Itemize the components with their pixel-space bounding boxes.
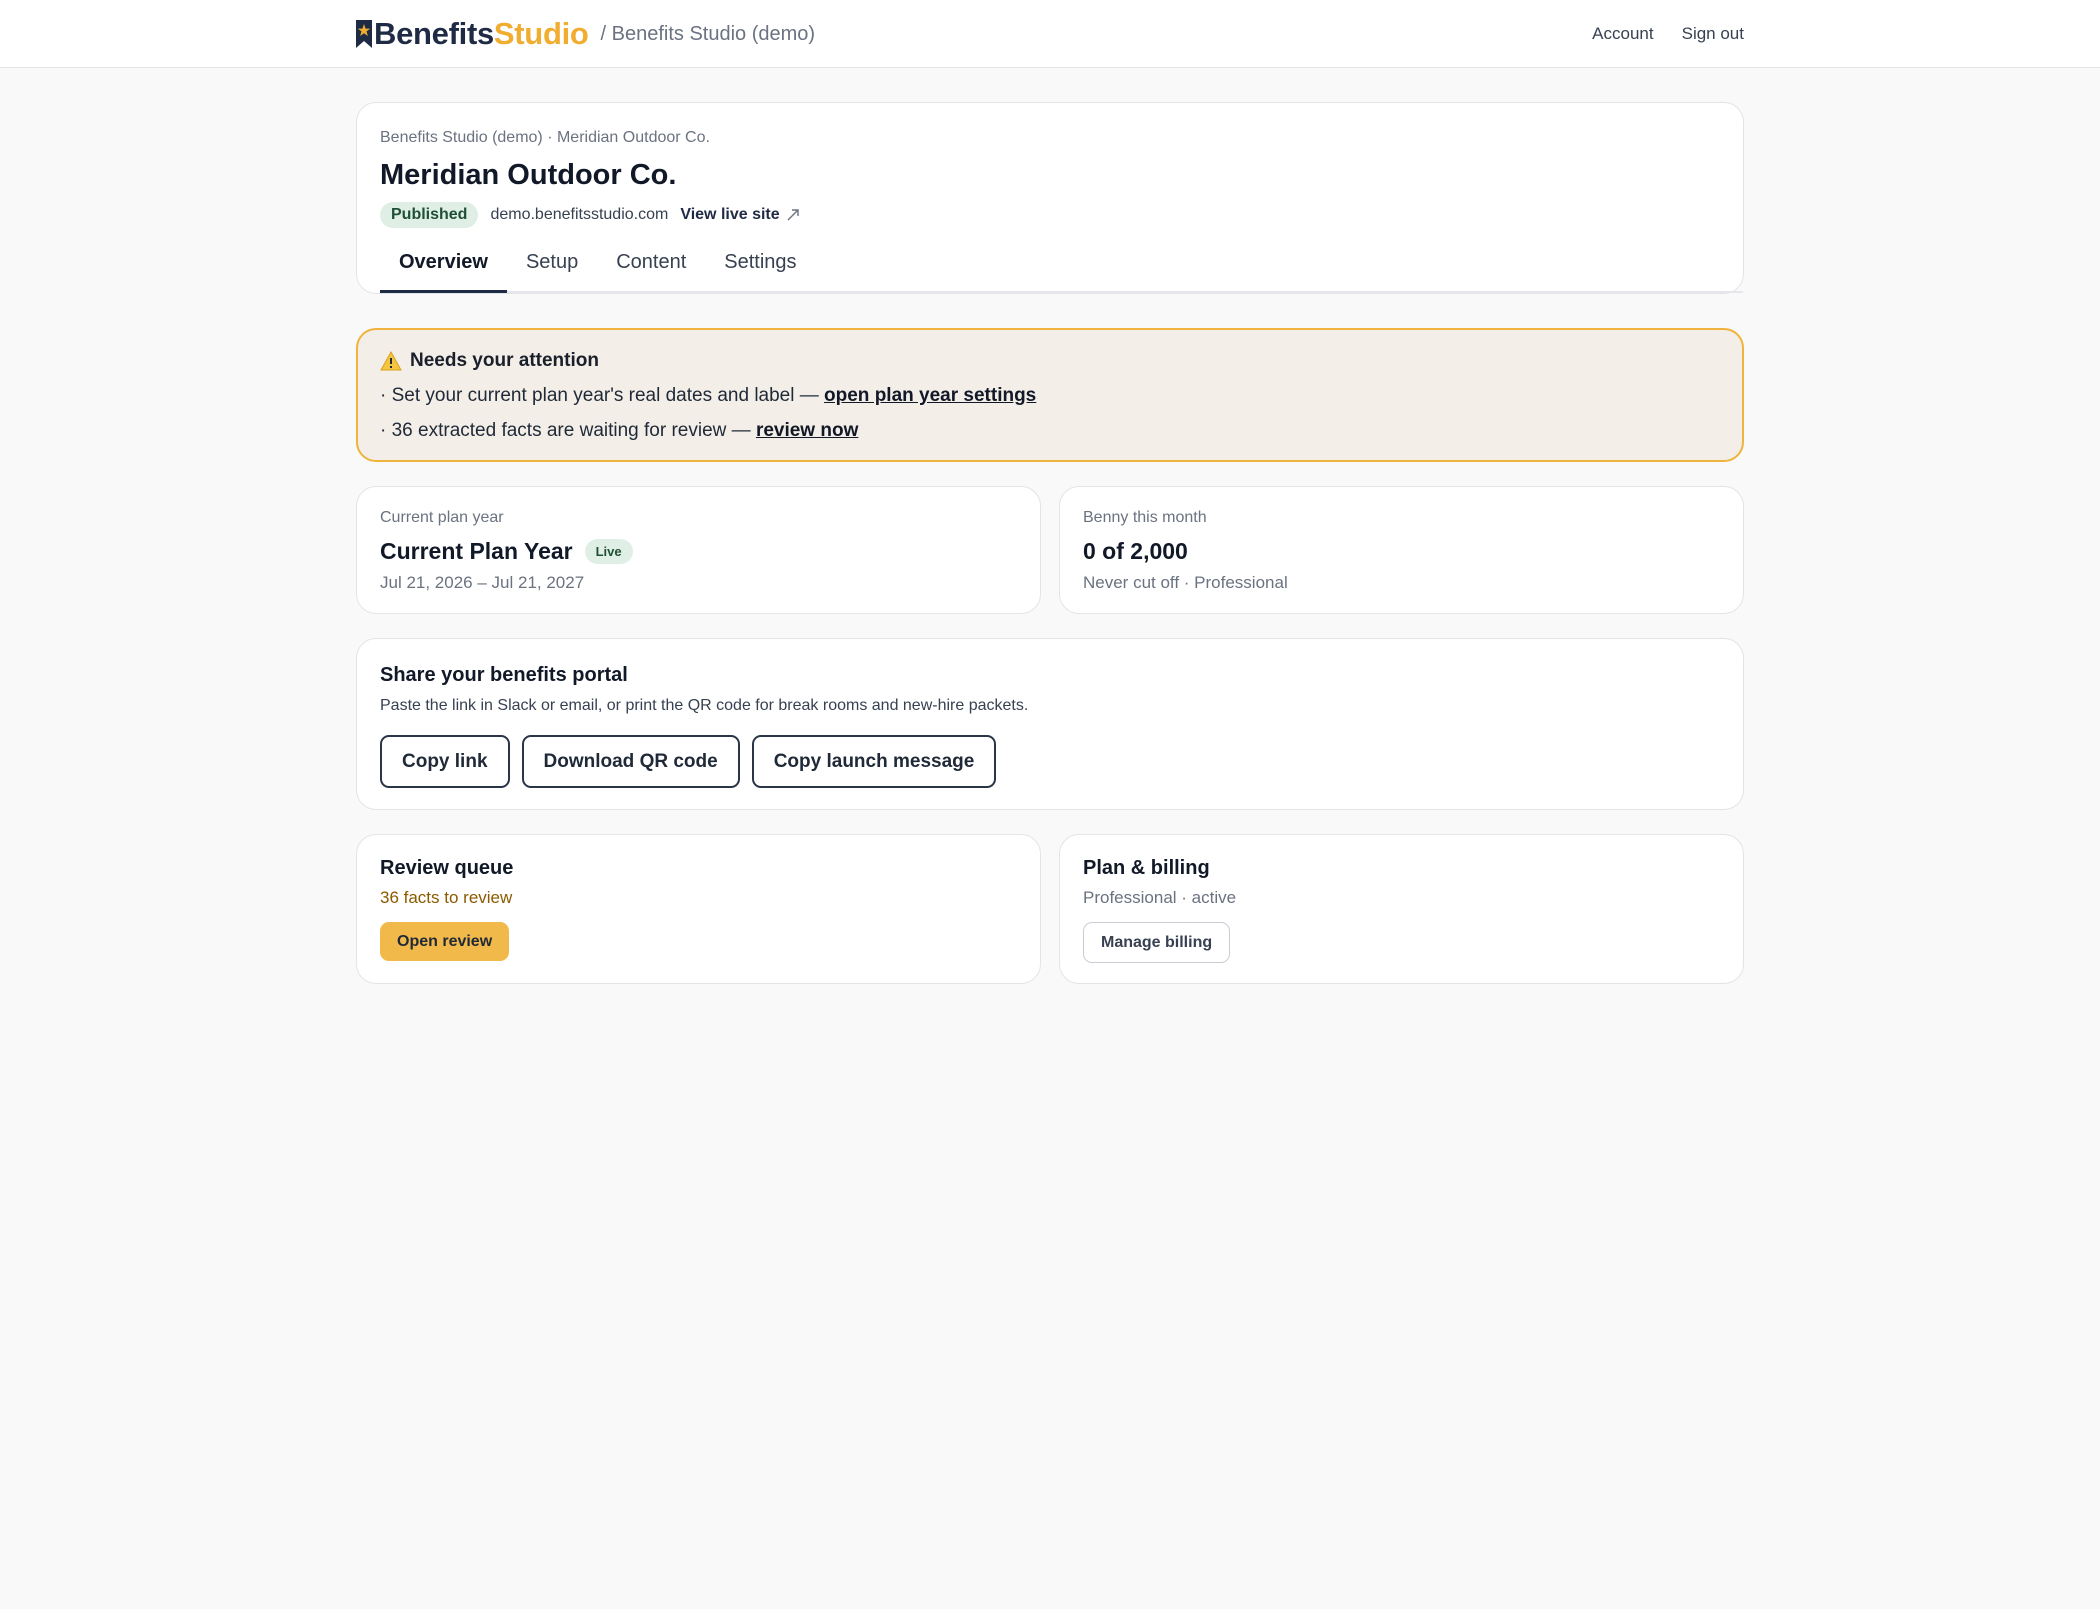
plan-year-card: Current plan year Current Plan Year Live… — [356, 486, 1041, 614]
logo-text-studio: Studio — [493, 16, 589, 51]
plan-billing-title: Plan & billing — [1083, 857, 1210, 879]
share-description: Paste the link in Slack or email, or pri… — [380, 697, 1029, 714]
brand: Benefits Studio / Benefits Studio (demo) — [356, 16, 815, 52]
review-count: 36 facts to review — [380, 888, 513, 907]
copy-link-button[interactable]: Copy link — [380, 735, 510, 788]
benny-usage-value: 0 of 2,000 — [1083, 538, 1188, 564]
workspace-breadcrumb[interactable]: / Benefits Studio (demo) — [601, 23, 816, 46]
status-badge: Published — [380, 202, 479, 228]
review-queue-card: Review queue 36 facts to review Open rev… — [356, 834, 1041, 984]
tab-settings[interactable]: Settings — [705, 239, 815, 291]
warning-icon — [380, 351, 402, 371]
view-live-site-link[interactable]: View live site — [680, 206, 799, 224]
page-title: Meridian Outdoor Co. — [380, 159, 677, 191]
attention-alert: Needs your attention · Set your current … — [356, 328, 1744, 462]
external-arrow-icon — [787, 209, 799, 221]
plan-year-title: Current Plan Year — [380, 538, 573, 564]
benny-usage-sub: Never cut off · Professional — [1083, 573, 1288, 592]
breadcrumb: Benefits Studio (demo) · Meridian Outdoo… — [380, 129, 710, 146]
main-content: Benefits Studio (demo) · Meridian Outdoo… — [356, 102, 1744, 984]
download-qr-button[interactable]: Download QR code — [521, 735, 740, 788]
open-review-button[interactable]: Open review — [380, 922, 510, 961]
plan-billing-card: Plan & billing Professional · active Man… — [1059, 834, 1744, 984]
alert-item-text: · Set your current plan year's real date… — [380, 385, 825, 406]
plan-year-dates: Jul 21, 2026 – Jul 21, 2027 — [380, 573, 585, 592]
alert-title: Needs your attention — [410, 350, 599, 371]
tab-setup[interactable]: Setup — [507, 239, 597, 291]
alert-item-review: · 36 extracted facts are waiting for rev… — [380, 420, 1720, 442]
sign-out-link[interactable]: Sign out — [1682, 24, 1744, 44]
plan-year-label: Current plan year — [380, 509, 504, 526]
logo[interactable]: Benefits Studio — [356, 16, 589, 52]
top-bar: Benefits Studio / Benefits Studio (demo) … — [0, 0, 2100, 68]
site-domain: demo.benefitsstudio.com — [490, 206, 669, 223]
tab-bar: Overview Setup Content Settings — [380, 239, 1743, 293]
review-now-link[interactable]: review now — [756, 420, 858, 441]
tab-content[interactable]: Content — [597, 239, 705, 291]
alert-item-plan-year: · Set your current plan year's real date… — [380, 385, 1720, 407]
logo-text-benefits: Benefits — [374, 16, 494, 51]
manage-billing-button[interactable]: Manage billing — [1083, 922, 1231, 963]
benny-label: Benny this month — [1083, 509, 1207, 526]
benny-usage-card: Benny this month 0 of 2,000 Never cut of… — [1059, 486, 1744, 614]
copy-launch-message-button[interactable]: Copy launch message — [751, 735, 997, 788]
open-plan-year-settings-link[interactable]: open plan year settings — [824, 385, 1036, 406]
review-queue-title: Review queue — [380, 857, 514, 879]
live-badge: Live — [584, 539, 633, 564]
account-link[interactable]: Account — [1592, 24, 1653, 44]
alert-item-text: · 36 extracted facts are waiting for rev… — [380, 420, 756, 441]
company-header-card: Benefits Studio (demo) · Meridian Outdoo… — [356, 102, 1744, 294]
view-live-site-label: View live site — [680, 206, 780, 223]
bookmark-star-icon — [356, 20, 372, 48]
share-portal-card: Share your benefits portal Paste the lin… — [356, 638, 1744, 810]
plan-status: Professional · active — [1083, 888, 1237, 907]
tab-overview[interactable]: Overview — [380, 239, 507, 293]
share-title: Share your benefits portal — [380, 664, 628, 686]
